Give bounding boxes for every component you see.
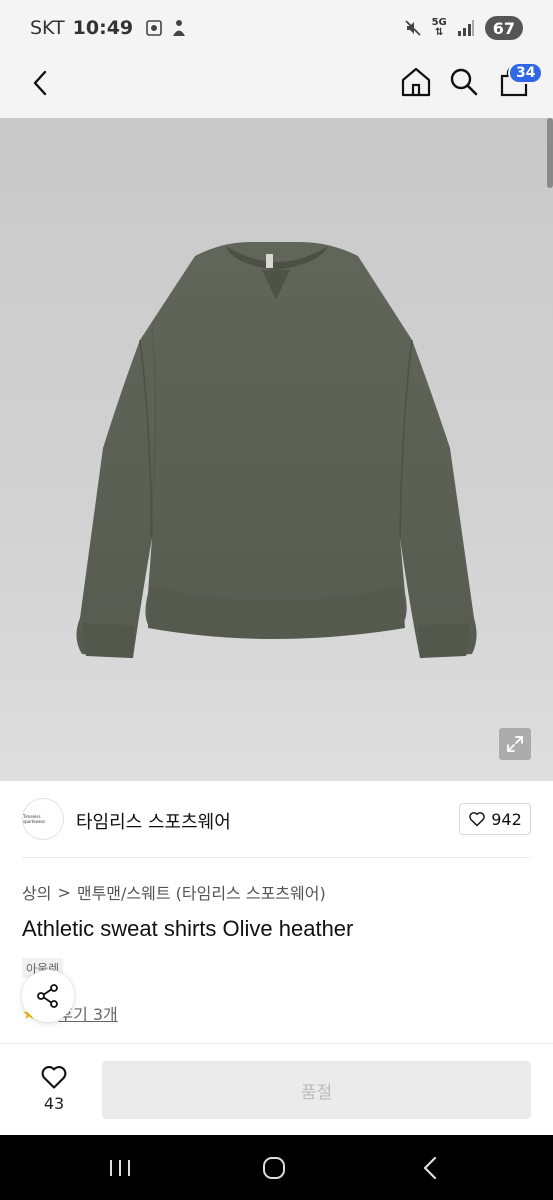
heart-outline-icon <box>41 1066 67 1089</box>
product-image[interactable] <box>0 118 553 781</box>
top-navigation: 34 <box>0 56 553 118</box>
home-button-icon[interactable] <box>262 1156 286 1180</box>
signal-icon <box>457 20 474 36</box>
screenshot-icon <box>146 20 162 36</box>
wishlist-button[interactable]: 43 <box>34 1064 74 1113</box>
breadcrumb-category[interactable]: 상의 <box>22 880 51 904</box>
share-icon <box>37 984 58 1008</box>
search-icon[interactable] <box>446 64 482 100</box>
wishlist-count: 43 <box>43 1094 65 1113</box>
product-title: Athletic sweat shirts Olive heather <box>22 916 354 941</box>
heart-icon <box>469 812 486 827</box>
mute-icon <box>404 20 421 36</box>
system-back-icon[interactable] <box>420 1156 440 1180</box>
breadcrumb-subcategory[interactable]: 맨투맨/스웨트 (타임리스 스포츠웨어) <box>77 880 326 904</box>
brand-name[interactable]: 타임리스 스포츠웨어 <box>76 808 231 834</box>
assistant-icon <box>173 20 186 36</box>
battery-indicator: 67 <box>484 16 523 40</box>
breadcrumb: 상의 > 맨투맨/스웨트 (타임리스 스포츠웨어) <box>22 880 326 904</box>
home-icon[interactable] <box>398 64 434 100</box>
brand-row: Timeless sportswear 타임리스 스포츠웨어 942 <box>0 781 553 857</box>
back-arrow-icon[interactable] <box>26 68 56 98</box>
chevron-right-icon: > <box>57 882 71 902</box>
cart-count-badge: 34 <box>508 62 544 84</box>
purchase-bar: 43 품절 <box>0 1043 553 1135</box>
brand-logo[interactable]: Timeless sportswear <box>22 798 64 840</box>
share-button[interactable] <box>22 970 74 1022</box>
status-bar: SKT 10:49 5G ⇅ 67 <box>0 0 553 56</box>
network-indicator: 5G ⇅ <box>431 17 447 38</box>
expand-image-button[interactable] <box>499 728 531 760</box>
scroll-indicator <box>547 118 553 188</box>
recent-apps-icon[interactable] <box>108 1158 132 1178</box>
divider <box>22 857 531 858</box>
clock: 10:49 <box>72 17 134 39</box>
soldout-button[interactable]: 품절 <box>102 1061 531 1119</box>
system-navigation-bar <box>0 1135 553 1200</box>
brand-like-count: 942 <box>491 809 522 829</box>
expand-icon <box>507 736 523 752</box>
carrier-label: SKT <box>30 17 65 39</box>
sweatshirt-photo <box>76 242 477 658</box>
brand-like-button[interactable]: 942 <box>459 803 531 835</box>
